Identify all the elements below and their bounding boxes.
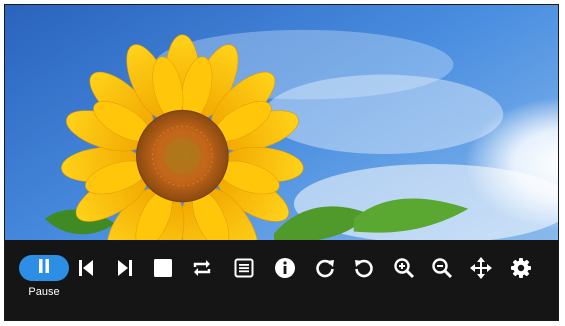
pause-icon: [37, 258, 51, 279]
rotate-counterclockwise-icon: [353, 257, 375, 279]
previous-button[interactable]: [70, 252, 102, 284]
media-player-screen: Pause: [4, 4, 559, 321]
settings-button[interactable]: [505, 252, 537, 284]
zoom-out-icon: [431, 257, 453, 279]
rotate-clockwise-icon: [314, 257, 336, 279]
pause-label: Pause: [28, 286, 60, 298]
settings-icon: [510, 257, 532, 279]
pause-button[interactable]: [19, 255, 69, 281]
next-icon: [115, 258, 135, 278]
zoom-in-button[interactable]: [388, 252, 420, 284]
repeat-icon: [191, 257, 213, 279]
stop-button[interactable]: [147, 252, 179, 284]
move-button[interactable]: [465, 252, 497, 284]
previous-icon: [76, 258, 96, 278]
info-button[interactable]: [269, 252, 301, 284]
playback-control-bar: Pause: [5, 240, 558, 320]
rotate-clockwise-button[interactable]: [309, 252, 341, 284]
move-icon: [470, 257, 492, 279]
zoom-in-icon: [393, 257, 415, 279]
next-button[interactable]: [109, 252, 141, 284]
zoom-out-button[interactable]: [426, 252, 458, 284]
stop-icon: [153, 258, 173, 278]
playlist-icon: [234, 258, 254, 278]
playlist-button[interactable]: [228, 252, 260, 284]
info-icon: [274, 257, 296, 279]
repeat-button[interactable]: [186, 252, 218, 284]
rotate-counterclockwise-button[interactable]: [348, 252, 380, 284]
